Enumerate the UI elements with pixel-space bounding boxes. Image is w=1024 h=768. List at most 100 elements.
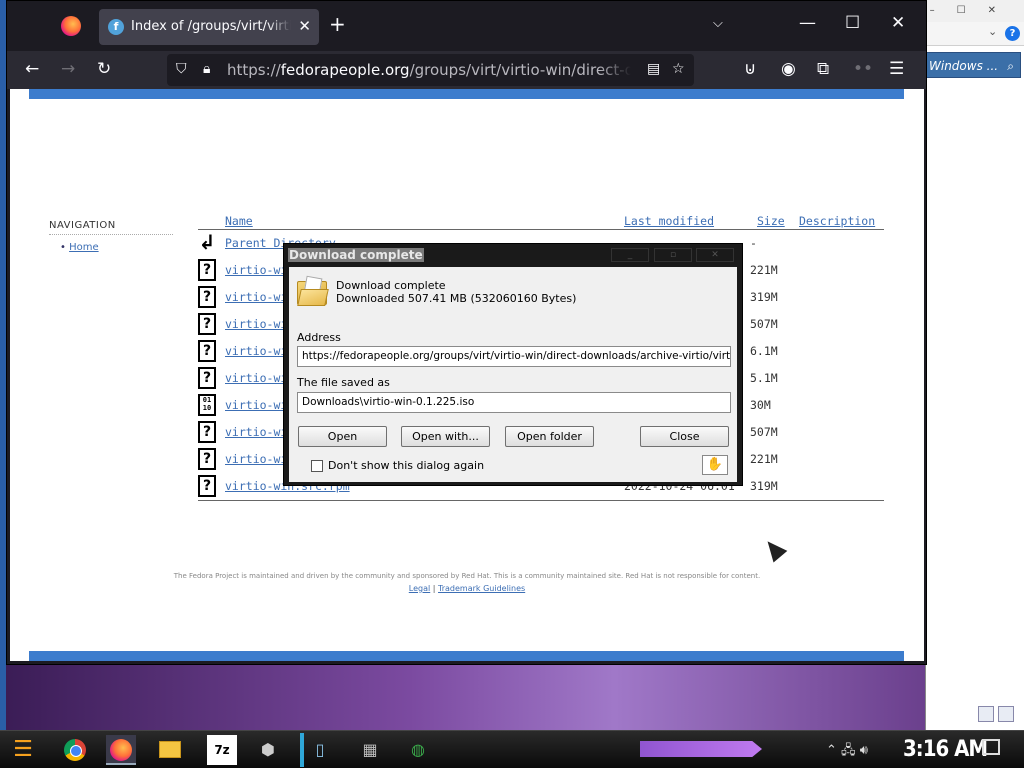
url-scheme: https:// [227,61,281,79]
background-window-addressbar: ⌄ ? [926,22,1024,46]
open-with-button[interactable]: Open with... [401,426,490,447]
navigation-title: NAVIGATION [49,220,116,231]
file-size: 507M [750,425,778,439]
maximize-button[interactable]: ☐ [845,13,860,33]
url-text[interactable]: https://fedorapeople.org/groups/virt/vir… [227,61,631,79]
taskbar-decoration [640,741,762,757]
help-icon[interactable]: ? [1005,26,1020,41]
tab-title: Index of /groups/virt/virtio-win/direct-… [131,19,291,34]
list-all-tabs-chevron-icon[interactable]: ⌵ [713,16,723,31]
url-bar[interactable]: ⛉ 🔒︎ https://fedorapeople.org/groups/vir… [167,54,694,86]
tracking-shield-icon[interactable]: ⛉ [176,61,187,77]
pocket-icon[interactable]: ⊍ [744,60,756,78]
unknown-file-icon: ? [198,448,216,470]
system-tray: ⌃ 🖧︎ 🔊︎ [826,741,868,763]
details-view-icon[interactable] [978,706,994,722]
header-bar [29,89,904,99]
back-arrow-icon[interactable]: ← [25,60,39,78]
start-button[interactable]: ☰ [8,735,38,765]
bookmark-star-icon[interactable]: ☆ [672,61,685,77]
file-size: 507M [750,317,778,331]
open-folder-button[interactable]: Open folder [505,426,594,447]
file-explorer-taskbar-icon[interactable] [155,735,185,765]
fedora-favicon-icon: f [108,19,124,35]
dont-show-again-label[interactable]: Don't show this dialog again [328,459,484,472]
column-header-name[interactable]: Name [225,214,253,228]
dialog-close-button[interactable]: ✕ [696,248,734,262]
minimize-button[interactable]: — [799,13,816,33]
reload-icon[interactable]: ↻ [97,60,111,78]
home-link[interactable]: Home [69,242,99,253]
7zip-taskbar-icon[interactable]: 7z [207,735,237,765]
file-size: 30M [750,398,771,412]
chrome-taskbar-icon[interactable] [60,735,90,765]
table-bottom-rule [198,500,884,501]
legal-link[interactable]: Legal [409,584,430,593]
search-input[interactable]: Windows ... ⌕ [926,52,1021,78]
url-host: fedorapeople.org [280,61,410,79]
reader-view-icon[interactable]: ▤ [647,61,660,77]
tab-bar: f Index of /groups/virt/virtio-win/direc… [7,1,926,51]
unknown-file-icon: ? [198,475,216,497]
close-button[interactable]: Close [640,426,729,447]
file-size: 319M [750,290,778,304]
tab-active[interactable]: f Index of /groups/virt/virtio-win/direc… [99,9,319,45]
notification-center-icon[interactable] [982,739,1000,755]
file-size: 319M [750,479,778,493]
taskbar: ☰ 7z ⬢ ▯ ▦ ◍ ⌃ 🖧︎ 🔊︎ 3:16 AM [0,730,1024,768]
unknown-file-icon: ? [198,421,216,443]
column-header-size[interactable]: Size [757,214,785,228]
package-taskbar-icon[interactable]: ⬢ [253,735,283,765]
unknown-file-icon: ? [198,313,216,335]
downloaded-size-text: Downloaded 507.41 MB (532060160 Bytes) [336,292,577,305]
address-field[interactable]: https://fedorapeople.org/groups/virt/vir… [297,346,731,367]
download-complete-dialog: Download complete _ ▫ ✕ Download complet… [283,243,743,486]
view-toggle [978,706,1018,726]
navigation-toolbar: ← → ↻ ⛉ 🔒︎ https://fedorapeople.org/grou… [7,51,926,89]
unknown-file-icon: ? [198,286,216,308]
network-icon[interactable]: 🖧︎ [841,743,856,758]
back-folder-icon: ↲ [198,230,216,254]
saved-as-field[interactable]: Downloads\virtio-win-0.1.225.iso [297,392,731,413]
task-manager-taskbar-icon[interactable]: ▦ [355,735,385,765]
dialog-minimize-button[interactable]: _ [611,248,649,262]
volume-icon[interactable]: 🔊︎ [860,743,868,758]
dont-show-again-checkbox[interactable] [311,460,323,472]
background-window[interactable]: –☐✕ ⌄ ? Windows ... ⌕ [925,0,1024,730]
preview-pane-icon[interactable] [998,706,1014,722]
overflow-extension-icon[interactable]: •• [853,60,873,78]
firefox-taskbar-icon[interactable] [106,735,136,765]
unknown-file-icon: ? [198,340,216,362]
taskbar-clock[interactable]: 3:16 AM [903,737,988,762]
address-label: Address [297,331,341,344]
new-tab-button[interactable]: + [329,14,346,34]
file-size: - [750,236,757,250]
footer-bar [29,651,904,661]
dialog-body: Download complete Downloaded 507.41 MB (… [289,267,737,482]
trademark-guidelines-link[interactable]: Trademark Guidelines [438,584,525,593]
close-window-button[interactable]: ✕ [891,13,905,33]
open-folder-icon [297,275,329,307]
forward-arrow-icon[interactable]: → [61,60,75,78]
idm-grab-hand-icon[interactable]: ✋ [702,455,728,475]
tab-close-icon[interactable]: ✕ [298,17,311,35]
unknown-file-icon: ? [198,259,216,281]
footer-links: Legal | Trademark Guidelines [10,584,924,593]
column-header-last-modified[interactable]: Last modified [624,214,714,228]
background-window-titlebar[interactable]: –☐✕ [926,0,1024,22]
open-button[interactable]: Open [298,426,387,447]
extensions-icon[interactable]: ⧉ [817,60,829,78]
lock-icon[interactable]: 🔒︎ [203,61,210,77]
file-size: 221M [750,263,778,277]
dialog-maximize-button[interactable]: ▫ [654,248,692,262]
hamburger-menu-icon[interactable]: ☰ [889,60,904,78]
notepad-taskbar-icon[interactable]: ▯ [305,735,335,765]
dialog-titlebar[interactable]: Download complete _ ▫ ✕ [284,244,742,267]
column-header-description[interactable]: Description [799,214,875,228]
network-globe-taskbar-icon[interactable]: ◍ [403,735,433,765]
account-icon[interactable]: ◉ [781,60,796,78]
navigation-divider [49,234,173,235]
firefox-logo-icon[interactable] [61,16,81,36]
chevron-down-icon[interactable]: ⌄ [988,25,997,38]
tray-overflow-chevron-icon[interactable]: ⌃ [826,743,837,758]
